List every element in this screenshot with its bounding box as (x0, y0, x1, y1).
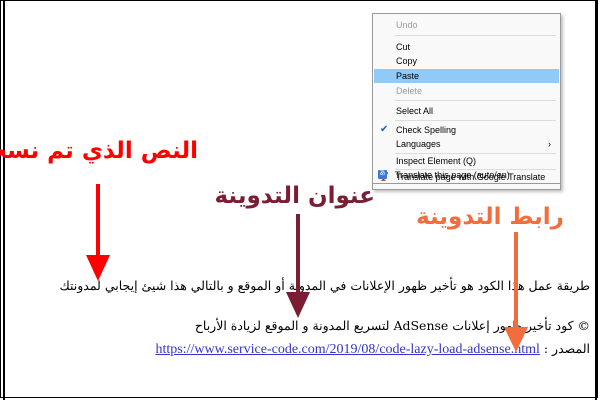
red-arrow (86, 184, 110, 281)
annotation-arrows (86, 184, 528, 352)
maroon-arrow (286, 214, 310, 318)
orange-arrow (504, 232, 528, 352)
